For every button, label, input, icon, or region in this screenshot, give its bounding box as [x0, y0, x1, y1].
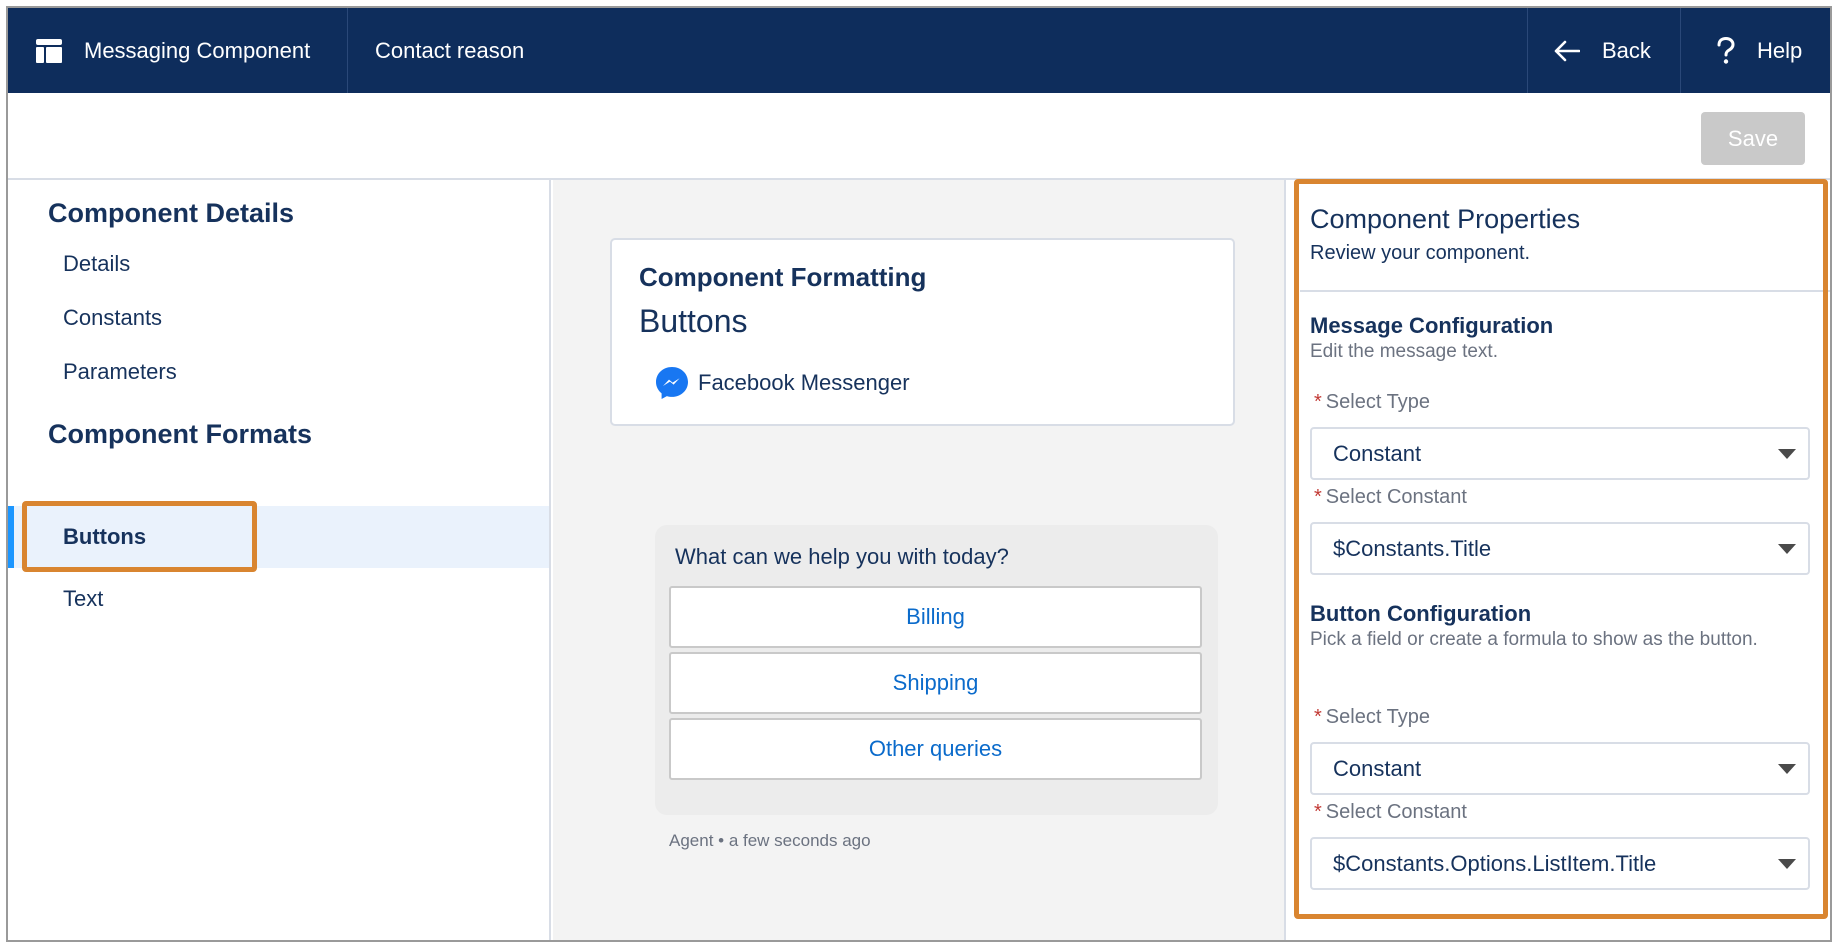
button-config-title: Button Configuration [1310, 601, 1532, 626]
caret-down-icon [1778, 544, 1796, 554]
help-button[interactable]: Help [1680, 8, 1830, 93]
channel-label: Facebook Messenger [654, 365, 910, 401]
button-type-label-text: Select Type [1325, 706, 1430, 728]
page-title-area: Contact reason [375, 8, 524, 93]
chat-bubble: What can we help you with today? Billing… [655, 525, 1218, 815]
button-constant-value: $Constants.Options.ListItem.Title [1333, 850, 1657, 876]
sidebar-item-buttons[interactable]: Buttons [8, 506, 549, 568]
required-asterisk: * [1314, 391, 1322, 413]
chat-button-billing[interactable]: Billing [669, 586, 1202, 648]
button-type-value: Constant [1333, 755, 1422, 781]
button-constant-select[interactable]: $Constants.Options.ListItem.Title [1310, 837, 1810, 890]
sidebar-item-parameters[interactable]: Parameters [8, 341, 549, 403]
action-bar: Save [8, 93, 1830, 180]
card-title: Component Formatting [639, 262, 927, 292]
message-type-value: Constant [1333, 440, 1422, 466]
page-title: Contact reason [375, 37, 525, 63]
component-formatting-card: Component Formatting Buttons Facebook Me… [610, 238, 1235, 426]
help-label: Help [1757, 37, 1803, 63]
component-details-heading: Component Details [48, 198, 295, 228]
message-constant-label-text: Select Constant [1325, 486, 1467, 508]
back-label: Back [1602, 37, 1651, 63]
message-type-select[interactable]: Constant [1310, 427, 1810, 480]
button-type-label: * Select Type [1314, 706, 1430, 729]
back-button[interactable]: Back [1527, 8, 1680, 93]
caret-down-icon [1778, 764, 1796, 774]
chat-question: What can we help you with today? [675, 544, 1009, 569]
button-config-description: Pick a field or create a formula to show… [1310, 629, 1758, 650]
card-subtitle: Buttons [639, 303, 748, 339]
app-frame: Messaging Component Contact reason Back … [6, 6, 1832, 942]
sidebar-item-text[interactable]: Text [8, 568, 549, 630]
caret-down-icon [1778, 859, 1796, 869]
component-formats-heading: Component Formats [48, 419, 313, 449]
channel-name: Facebook Messenger [698, 370, 910, 395]
button-constant-label-text: Select Constant [1325, 801, 1467, 823]
app-title: Messaging Component [84, 37, 311, 63]
message-type-label: * Select Type [1314, 391, 1430, 414]
message-config-title: Message Configuration [1310, 313, 1554, 338]
message-type-label-text: Select Type [1325, 391, 1430, 413]
message-config-description: Edit the message text. [1310, 341, 1498, 362]
layout-icon [36, 38, 62, 63]
message-constant-select[interactable]: $Constants.Title [1310, 522, 1810, 575]
divider [1300, 290, 1830, 292]
properties-subtitle: Review your component. [1310, 242, 1531, 264]
button-type-select[interactable]: Constant [1310, 742, 1810, 795]
sidebar-item-details[interactable]: Details [8, 233, 549, 295]
messenger-icon [656, 367, 688, 399]
message-constant-value: $Constants.Title [1333, 535, 1492, 561]
save-button[interactable]: Save [1701, 112, 1805, 165]
chat-button-other-queries[interactable]: Other queries [669, 718, 1202, 780]
top-bar: Messaging Component Contact reason Back … [8, 8, 1830, 93]
button-constant-label: * Select Constant [1314, 801, 1467, 824]
sidebar: Component Details Details Constants Para… [8, 180, 551, 940]
preview-area: Component Formatting Buttons Facebook Me… [553, 180, 1284, 940]
sidebar-item-constants[interactable]: Constants [8, 287, 549, 349]
chat-button-shipping[interactable]: Shipping [669, 652, 1202, 714]
required-asterisk: * [1314, 801, 1322, 823]
app-title-area: Messaging Component [8, 8, 348, 93]
required-asterisk: * [1314, 486, 1322, 508]
chat-timestamp: Agent • a few seconds ago [669, 831, 871, 850]
properties-title: Component Properties [1310, 204, 1581, 234]
caret-down-icon [1778, 449, 1796, 459]
arrow-left-icon [1554, 40, 1580, 61]
question-mark-icon [1717, 36, 1735, 64]
message-constant-label: * Select Constant [1314, 486, 1467, 509]
required-asterisk: * [1314, 706, 1322, 728]
component-properties-panel: Component Properties Review your compone… [1284, 180, 1830, 940]
